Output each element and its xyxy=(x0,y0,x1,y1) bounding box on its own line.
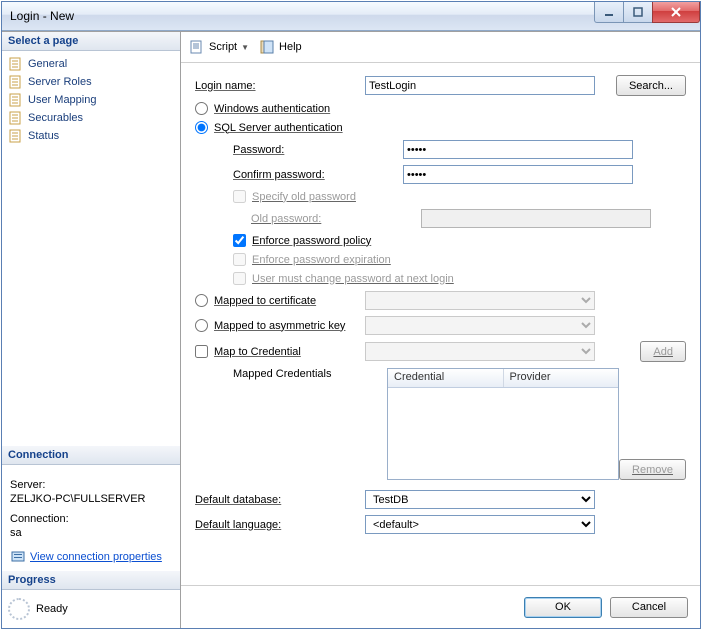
mapped-credentials-label: Mapped Credentials xyxy=(195,368,387,380)
maximize-button[interactable] xyxy=(623,2,653,23)
mapped-asym-label: Mapped to asymmetric key xyxy=(214,320,345,332)
dialog-footer: OK Cancel xyxy=(181,585,700,628)
server-value: ZELJKO-PC\FULLSERVER xyxy=(10,493,172,505)
credentials-table[interactable]: Credential Provider xyxy=(387,368,619,480)
enforce-policy-checkbox[interactable] xyxy=(233,234,246,247)
minimize-button[interactable] xyxy=(594,2,624,23)
mapped-cert-radio[interactable] xyxy=(195,294,208,307)
default-db-label: Default database: xyxy=(195,494,365,506)
default-db-select[interactable]: TestDB xyxy=(365,490,595,509)
old-password-input xyxy=(421,209,651,228)
sql-auth-radio[interactable] xyxy=(195,121,208,134)
cert-select xyxy=(365,291,595,310)
script-label: Script xyxy=(209,41,237,53)
help-label: Help xyxy=(279,41,302,53)
close-icon xyxy=(670,7,682,17)
cred-col-credential: Credential xyxy=(388,369,504,387)
must-change-checkbox xyxy=(233,272,246,285)
toolbar: Script ▼ Help xyxy=(181,32,700,63)
close-button[interactable] xyxy=(652,2,700,23)
dialog-body: Select a page General Server Roles User … xyxy=(2,31,700,628)
page-label: User Mapping xyxy=(28,94,96,106)
titlebar: Login - New xyxy=(2,2,700,31)
password-label: Password: xyxy=(195,144,403,156)
credential-select xyxy=(365,342,595,361)
maximize-icon xyxy=(633,7,643,17)
page-label: Status xyxy=(28,130,59,142)
specify-old-password-label: Specify old password xyxy=(252,191,356,203)
select-page-header: Select a page xyxy=(2,32,180,51)
page-list: General Server Roles User Mapping Secura… xyxy=(2,51,180,149)
windows-auth-radio[interactable] xyxy=(195,102,208,115)
login-name-label: Login name: xyxy=(195,80,365,92)
connection-icon xyxy=(10,549,26,565)
default-lang-select[interactable]: <default> xyxy=(365,515,595,534)
mapped-asym-radio[interactable] xyxy=(195,319,208,332)
page-icon xyxy=(8,110,24,126)
page-icon xyxy=(8,128,24,144)
help-button[interactable]: Help xyxy=(259,39,302,55)
login-window: Login - New Select a page General xyxy=(1,1,701,629)
enforce-expiration-checkbox xyxy=(233,253,246,266)
server-label: Server: xyxy=(10,479,172,491)
page-label: General xyxy=(28,58,67,70)
page-server-roles[interactable]: Server Roles xyxy=(6,73,176,91)
password-input[interactable] xyxy=(403,140,633,159)
page-status[interactable]: Status xyxy=(6,127,176,145)
credentials-header: Credential Provider xyxy=(388,369,618,388)
map-credential-checkbox[interactable] xyxy=(195,345,208,358)
progress-body: Ready xyxy=(2,590,180,628)
remove-button: Remove xyxy=(619,459,686,480)
sql-auth-label: SQL Server authentication xyxy=(214,122,343,134)
spinner-icon xyxy=(8,598,30,620)
cred-col-provider: Provider xyxy=(504,369,619,387)
right-pane: Script ▼ Help Login name: Search... xyxy=(181,32,700,628)
page-label: Server Roles xyxy=(28,76,92,88)
login-name-input[interactable] xyxy=(365,76,595,95)
mapped-cert-label: Mapped to certificate xyxy=(214,295,316,307)
script-button[interactable]: Script ▼ xyxy=(189,39,249,55)
connection-body: Server: ZELJKO-PC\FULLSERVER Connection:… xyxy=(2,465,180,571)
page-icon xyxy=(8,56,24,72)
window-title: Login - New xyxy=(10,9,595,23)
form-content: Login name: Search... Windows authentica… xyxy=(181,63,700,585)
progress-status: Ready xyxy=(36,603,68,615)
script-icon xyxy=(189,39,205,55)
page-user-mapping[interactable]: User Mapping xyxy=(6,91,176,109)
default-lang-label: Default language: xyxy=(195,519,365,531)
page-icon xyxy=(8,74,24,90)
cancel-button[interactable]: Cancel xyxy=(610,597,688,618)
page-icon xyxy=(8,92,24,108)
must-change-label: User must change password at next login xyxy=(252,273,454,285)
page-general[interactable]: General xyxy=(6,55,176,73)
confirm-password-input[interactable] xyxy=(403,165,633,184)
add-button: Add xyxy=(640,341,686,362)
asym-select xyxy=(365,316,595,335)
help-icon xyxy=(259,39,275,55)
search-button[interactable]: Search... xyxy=(616,75,686,96)
connection-label: Connection: xyxy=(10,513,172,525)
progress-header: Progress xyxy=(2,571,180,590)
dropdown-arrow-icon: ▼ xyxy=(241,43,249,52)
confirm-password-label: Confirm password: xyxy=(195,169,403,181)
specify-old-password-checkbox xyxy=(233,190,246,203)
windows-auth-label: Windows authentication xyxy=(214,103,330,115)
left-pane: Select a page General Server Roles User … xyxy=(2,32,181,628)
window-buttons xyxy=(595,2,700,22)
page-securables[interactable]: Securables xyxy=(6,109,176,127)
connection-header: Connection xyxy=(2,446,180,465)
minimize-icon xyxy=(604,7,614,17)
old-password-label: Old password: xyxy=(195,213,421,225)
map-credential-label: Map to Credential xyxy=(214,346,301,358)
view-connection-link[interactable]: View connection properties xyxy=(30,551,162,563)
enforce-expiration-label: Enforce password expiration xyxy=(252,254,391,266)
ok-button[interactable]: OK xyxy=(524,597,602,618)
enforce-policy-label: Enforce password policy xyxy=(252,235,371,247)
connection-value: sa xyxy=(10,527,172,539)
page-label: Securables xyxy=(28,112,83,124)
